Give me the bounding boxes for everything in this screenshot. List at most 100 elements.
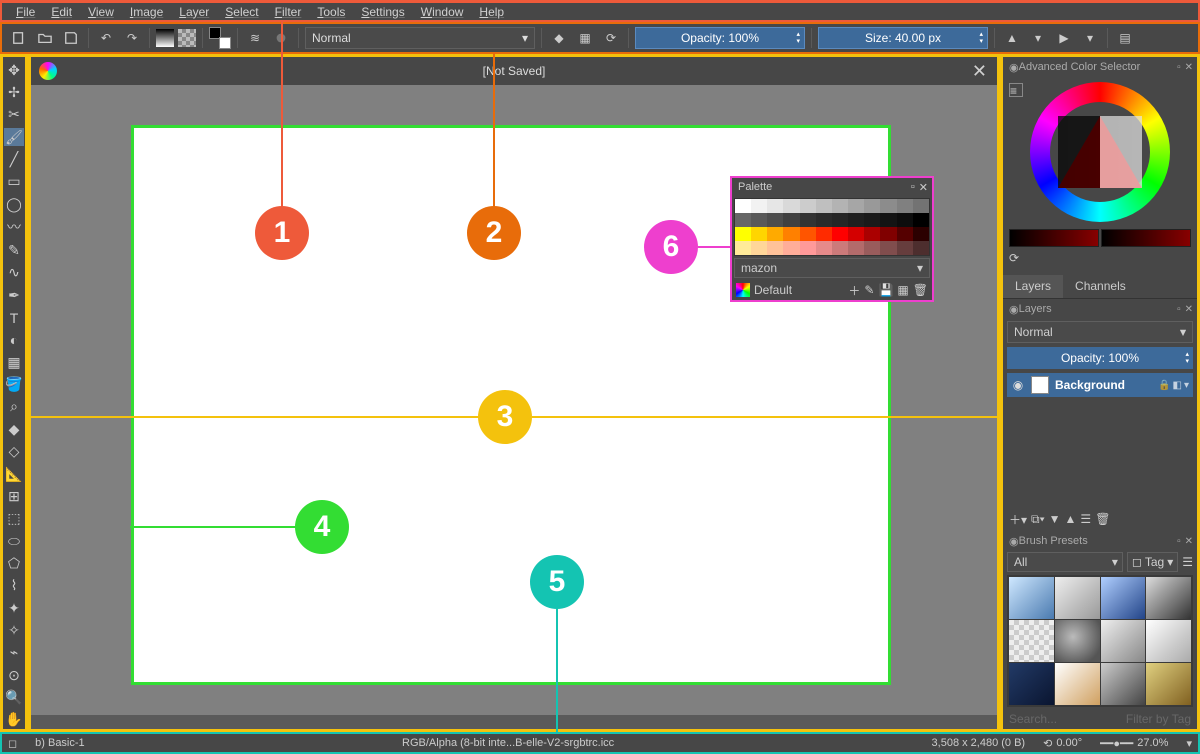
brush-preset[interactable] bbox=[1101, 663, 1146, 705]
search-input[interactable]: Search... bbox=[1009, 712, 1057, 726]
delete-swatch-button[interactable]: 🗑 bbox=[913, 283, 928, 297]
new-file-button[interactable] bbox=[8, 27, 30, 49]
undo-button[interactable]: ↶ bbox=[95, 27, 117, 49]
palette-swatch[interactable] bbox=[816, 199, 832, 213]
chevron-down-icon[interactable]: ▾ bbox=[1184, 380, 1189, 391]
palette-swatch[interactable] bbox=[751, 213, 767, 227]
palette-swatch[interactable] bbox=[913, 213, 929, 227]
rect-tool[interactable]: ▭ bbox=[4, 173, 24, 191]
contig-select-tool[interactable]: ✦ bbox=[4, 599, 24, 617]
palette-swatch[interactable] bbox=[735, 241, 751, 255]
palette-swatch[interactable] bbox=[767, 199, 783, 213]
close-document-button[interactable]: ✕ bbox=[972, 61, 987, 82]
palette-swatch[interactable] bbox=[897, 241, 913, 255]
palette-swatch[interactable] bbox=[880, 199, 896, 213]
palette-swatch[interactable] bbox=[816, 227, 832, 241]
menu-layer[interactable]: Layer bbox=[171, 3, 217, 21]
transform-tool[interactable]: ✥ bbox=[4, 61, 24, 79]
smart-fill-tool[interactable]: ◆ bbox=[4, 420, 24, 438]
float-docker-icon[interactable]: ▫ bbox=[1177, 536, 1181, 547]
move-down-button[interactable]: ▼ bbox=[1049, 512, 1061, 526]
brush-preset-grid[interactable] bbox=[1007, 575, 1193, 707]
palette-swatch[interactable] bbox=[832, 213, 848, 227]
pan-tool[interactable]: ✋ bbox=[4, 711, 24, 729]
close-docker-icon[interactable]: ✕ bbox=[1185, 304, 1193, 315]
duplicate-layer-button[interactable]: ⧉▾ bbox=[1031, 512, 1045, 527]
save-palette-button[interactable]: 💾 bbox=[878, 283, 893, 297]
palette-swatch[interactable] bbox=[832, 199, 848, 213]
brush-preset[interactable] bbox=[1009, 620, 1054, 662]
opacity-slider[interactable]: Opacity: 100%▴▾ bbox=[635, 27, 805, 49]
menu-view[interactable]: View bbox=[80, 3, 122, 21]
palette-swatch[interactable] bbox=[897, 227, 913, 241]
palette-swatch[interactable] bbox=[735, 227, 751, 241]
palette-swatch[interactable] bbox=[880, 241, 896, 255]
mirror-h-arrow[interactable]: ▾ bbox=[1027, 27, 1049, 49]
palette-swatch[interactable] bbox=[751, 241, 767, 255]
palette-swatch[interactable] bbox=[880, 213, 896, 227]
palette-swatch[interactable] bbox=[864, 213, 880, 227]
magnet-select-tool[interactable]: ⊙ bbox=[4, 666, 24, 684]
palette-swatch[interactable] bbox=[800, 227, 816, 241]
refresh-colors-button[interactable]: ⟳ bbox=[1003, 251, 1197, 269]
edit-swatch-button[interactable]: ✎ bbox=[864, 283, 874, 297]
palette-swatch[interactable] bbox=[897, 199, 913, 213]
palette-swatch[interactable] bbox=[783, 213, 799, 227]
mirror-h-button[interactable]: ▲ bbox=[1001, 27, 1023, 49]
similar-select-tool[interactable]: ✧ bbox=[4, 621, 24, 639]
workspace-button[interactable]: ▤ bbox=[1114, 27, 1136, 49]
palette-swatch[interactable] bbox=[816, 241, 832, 255]
menu-file[interactable]: File bbox=[8, 3, 43, 21]
lock-icon[interactable]: 🔒 bbox=[1158, 380, 1170, 391]
palette-swatch[interactable] bbox=[767, 213, 783, 227]
close-docker-icon[interactable]: ✕ bbox=[1185, 62, 1193, 73]
poly-select-tool[interactable]: ⬠ bbox=[4, 554, 24, 572]
tab-layers[interactable]: Layers bbox=[1003, 275, 1063, 298]
menu-window[interactable]: Window bbox=[413, 3, 472, 21]
measure-tool[interactable]: 📐 bbox=[4, 465, 24, 483]
brush-preset[interactable] bbox=[1101, 577, 1146, 619]
ellipse-tool[interactable]: ◯ bbox=[4, 195, 24, 213]
palette-swatches[interactable] bbox=[734, 198, 930, 256]
palette-swatch[interactable] bbox=[832, 227, 848, 241]
menu-edit[interactable]: Edit bbox=[43, 3, 80, 21]
palette-swatch[interactable] bbox=[783, 241, 799, 255]
storage-icon[interactable]: ☰ bbox=[1182, 555, 1193, 569]
horizontal-scrollbar[interactable] bbox=[31, 715, 997, 729]
ellipse-select-tool[interactable]: ⬭ bbox=[4, 532, 24, 550]
palette-swatch[interactable] bbox=[832, 241, 848, 255]
mirror-v-arrow[interactable]: ▾ bbox=[1079, 27, 1101, 49]
polyline-tool[interactable]: 〰 bbox=[4, 217, 24, 237]
open-file-button[interactable] bbox=[34, 27, 56, 49]
assist-tool[interactable]: ◇ bbox=[4, 443, 24, 461]
reload-brush-button[interactable]: ⟳ bbox=[600, 27, 622, 49]
palette-docker[interactable]: Palette ▫✕ mazon▾ Default ＋ ✎ 💾 ▦ 🗑 bbox=[730, 176, 934, 302]
layer-opacity-slider[interactable]: Opacity: 100%▴▾ bbox=[1007, 347, 1193, 369]
palette-swatch[interactable] bbox=[767, 241, 783, 255]
float-docker-icon[interactable]: ▫ bbox=[1177, 62, 1181, 73]
visibility-icon[interactable]: ◉ bbox=[1011, 378, 1025, 392]
bezier-tool[interactable]: ✎ bbox=[4, 241, 24, 259]
brush-preset[interactable] bbox=[1055, 577, 1100, 619]
ref-tool[interactable]: ⊞ bbox=[4, 487, 24, 505]
color-history[interactable] bbox=[1003, 227, 1197, 251]
add-swatch-button[interactable]: ＋ bbox=[848, 282, 860, 299]
menu-tools[interactable]: Tools bbox=[309, 3, 353, 21]
calligraphy-tool[interactable]: ✒ bbox=[4, 286, 24, 304]
palette-swatch[interactable] bbox=[864, 227, 880, 241]
alpha-lock-button[interactable]: ▦ bbox=[574, 27, 596, 49]
blend-mode-combo[interactable]: Normal▾ bbox=[305, 27, 535, 49]
palette-swatch[interactable] bbox=[751, 199, 767, 213]
selection-mode-icon[interactable]: ◻ bbox=[8, 737, 17, 750]
close-docker-icon[interactable]: ✕ bbox=[919, 181, 928, 194]
text-tool[interactable]: T bbox=[4, 308, 24, 326]
palette-swatch[interactable] bbox=[767, 227, 783, 241]
save-file-button[interactable] bbox=[60, 27, 82, 49]
palette-swatch[interactable] bbox=[751, 227, 767, 241]
brush-preset[interactable] bbox=[1009, 577, 1054, 619]
palette-swatch[interactable] bbox=[800, 199, 816, 213]
menu-help[interactable]: Help bbox=[471, 3, 512, 21]
palette-swatch[interactable] bbox=[864, 199, 880, 213]
palette-swatch[interactable] bbox=[848, 213, 864, 227]
palette-swatch[interactable] bbox=[735, 199, 751, 213]
